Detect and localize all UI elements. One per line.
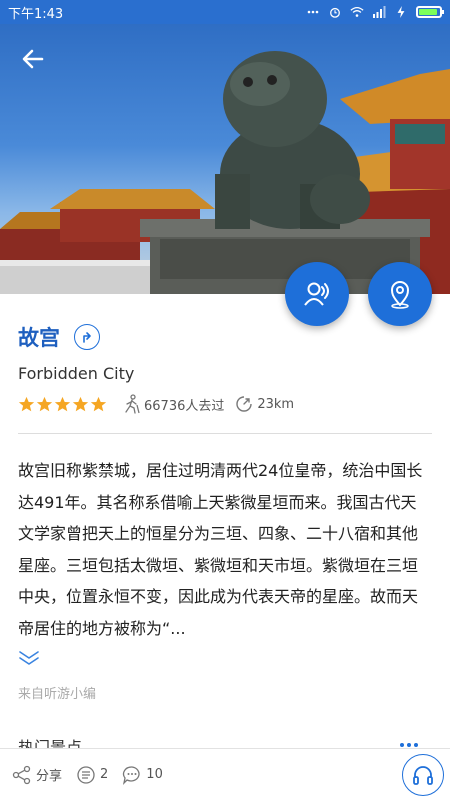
- signal-icon: [373, 6, 386, 18]
- map-button[interactable]: [368, 262, 432, 326]
- description-text: 故宫旧称紫禁城，居住过明清两代24位皇帝，统治中国长达491年。其名称系借喻上天…: [18, 461, 423, 638]
- navigate-icon: [83, 332, 91, 343]
- source-label: 来自听游小编: [18, 687, 97, 702]
- list-button[interactable]: 2: [76, 765, 108, 785]
- status-time: 下午1:43: [8, 6, 64, 22]
- battery-icon: [416, 6, 444, 18]
- star-icon: [36, 396, 53, 411]
- star-icon: [90, 396, 107, 411]
- distance-text: 23km: [257, 396, 295, 412]
- status-bar: 下午1:43: [0, 0, 450, 24]
- walker-icon: [125, 394, 140, 414]
- visitors-count: 66736人去过: [123, 394, 224, 414]
- dots-icon: [307, 10, 319, 14]
- distance: 23km: [234, 394, 294, 414]
- divider: [18, 433, 432, 434]
- map-pin-icon: [390, 281, 410, 309]
- meta-row: 66736人去过 23km: [18, 393, 304, 415]
- headphones-icon: [413, 766, 433, 785]
- back-arrow-icon[interactable]: [16, 42, 50, 76]
- navigate-button[interactable]: [74, 324, 100, 350]
- more-dots-icon[interactable]: [398, 734, 420, 748]
- forbidden-city-photo: [0, 51, 450, 294]
- share-icon: [12, 765, 31, 784]
- list-icon: [77, 765, 95, 784]
- english-name: Forbidden City: [18, 364, 135, 383]
- comment-count: 10: [146, 767, 163, 782]
- chevron-double-down-icon[interactable]: [18, 650, 40, 666]
- hero-image: [0, 24, 450, 294]
- rating-stars: [18, 396, 107, 413]
- share-button[interactable]: 分享: [12, 765, 62, 785]
- guide-person-icon: [304, 282, 329, 306]
- comment-icon: [123, 765, 140, 785]
- title-row: 故宫: [18, 322, 100, 352]
- star-icon: [54, 396, 71, 411]
- wifi-icon: [350, 6, 364, 17]
- visitors-text: 66736人去过: [144, 398, 225, 414]
- status-icons: [306, 6, 444, 18]
- page-title: 故宫: [18, 326, 60, 350]
- bottom-bar: 分享 2 10: [0, 748, 450, 800]
- alarm-icon: [330, 7, 340, 18]
- list-count: 2: [100, 767, 109, 782]
- distance-icon: [236, 396, 253, 412]
- star-icon: [18, 396, 35, 411]
- share-label: 分享: [36, 769, 63, 784]
- audio-button[interactable]: [402, 754, 444, 796]
- guide-button[interactable]: [285, 262, 349, 326]
- charging-icon: [397, 6, 405, 18]
- comment-button[interactable]: 10: [122, 765, 163, 785]
- star-icon: [72, 396, 89, 411]
